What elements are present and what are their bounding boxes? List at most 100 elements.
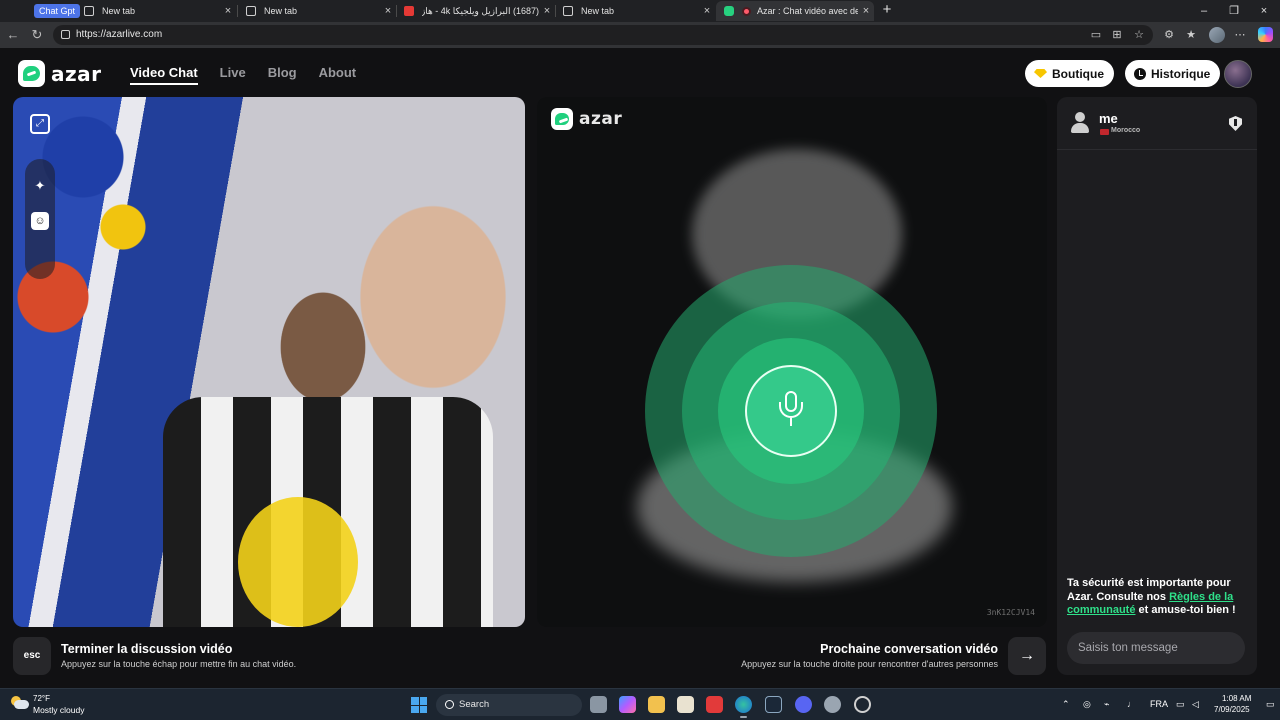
nav-blog[interactable]: Blog [268, 65, 297, 85]
tab-title: New tab [264, 6, 298, 16]
tab-title: Azar : Chat vidéo avec de no [757, 6, 858, 16]
tracking-icon[interactable]: ⚙ [1162, 28, 1176, 42]
effects-sparkle-icon[interactable]: ✦ [31, 177, 49, 195]
close-tab-icon[interactable]: × [380, 5, 396, 17]
close-tab-icon[interactable]: × [220, 5, 236, 17]
boutique-label: Boutique [1052, 66, 1104, 81]
session-code: 3nK12CJV14 [986, 608, 1035, 617]
watermark-text: azar [579, 109, 623, 129]
extensions-icon[interactable]: ⊞ [1110, 28, 1124, 42]
tab-azar[interactable]: Azar : Chat vidéo avec de no × [716, 1, 874, 21]
search-icon [445, 700, 454, 709]
chat-panel: me Morocco Ta sécurité est importante po… [1057, 97, 1257, 675]
wps-office-icon[interactable] [706, 696, 723, 713]
language-indicator[interactable]: FRA [1150, 699, 1168, 709]
user-avatar[interactable] [1224, 60, 1252, 88]
clock-time[interactable]: 1:08 AM [1222, 694, 1251, 703]
browser-tab-strip: Chat Gpt New tab × New tab × (1687) البر… [0, 0, 1280, 22]
tab-new-tab-1[interactable]: New tab × [76, 1, 236, 21]
safety-notice: Ta sécurité est importante pour Azar. Co… [1067, 577, 1252, 618]
historique-button[interactable]: Historique [1125, 60, 1221, 87]
historique-label: Historique [1151, 66, 1211, 81]
report-shield-icon[interactable] [1229, 116, 1242, 131]
page-icon [246, 6, 256, 16]
cast-icon[interactable]: ▭ [1089, 28, 1103, 42]
close-tab-icon[interactable]: × [858, 5, 874, 17]
nav-about[interactable]: About [319, 65, 357, 85]
self-camera-video [13, 97, 525, 627]
esc-key-button[interactable]: esc [13, 637, 51, 675]
weather-temperature[interactable]: 72°F [33, 694, 50, 703]
azar-favicon-icon [724, 6, 734, 16]
user-silhouette-icon [1071, 112, 1089, 134]
azar-logo-icon [18, 60, 45, 87]
volume-icon[interactable]: ◁ [1192, 699, 1199, 710]
tab-title: (1687) البرازيل ويلجيكا 4k - هازارد ي [422, 5, 539, 16]
tab-new-tab-3[interactable]: New tab × [555, 1, 715, 21]
new-tab-button[interactable]: + [879, 2, 895, 18]
edge-browser-icon[interactable] [735, 696, 752, 718]
network-icon[interactable]: ⌁ [1104, 699, 1109, 710]
back-button[interactable]: ← [5, 27, 21, 43]
close-tab-icon[interactable]: × [699, 5, 715, 17]
close-window-button[interactable]: × [1254, 3, 1274, 19]
tab-group-label[interactable]: Chat Gpt [34, 4, 81, 18]
settings-icon[interactable] [824, 696, 841, 713]
filter-face-icon[interactable]: ☺ [31, 212, 49, 230]
tab-new-tab-2[interactable]: New tab × [238, 1, 396, 21]
url-field[interactable]: https://azarlive.com [53, 25, 1153, 45]
page-icon [563, 6, 573, 16]
tab-title: New tab [102, 6, 136, 16]
shirt-crest [238, 497, 358, 627]
discord-icon[interactable] [795, 696, 812, 713]
nav-live[interactable]: Live [220, 65, 246, 85]
sync-icon[interactable]: ◎ [1083, 699, 1091, 710]
tab-youtube[interactable]: (1687) البرازيل ويلجيكا 4k - هازارد ي × [396, 1, 555, 21]
nav-video-chat[interactable]: Video Chat [130, 65, 198, 85]
notifications-icon[interactable]: ▭ [1266, 699, 1275, 710]
favorite-icon[interactable]: ☆ [1132, 28, 1146, 42]
store-icon[interactable] [677, 696, 694, 713]
more-icon[interactable]: ⋯ [1233, 28, 1247, 42]
search-label: Search [459, 699, 490, 710]
logo-text: azar [51, 61, 102, 86]
close-tab-icon[interactable]: × [539, 5, 555, 17]
next-arrow-button[interactable]: → [1008, 637, 1046, 675]
youtube-icon [404, 6, 414, 16]
camera-tools: ✦ ☺ [25, 159, 55, 279]
copilot-app-icon[interactable] [619, 696, 636, 713]
expand-icon[interactable]: ⤢ [30, 114, 50, 134]
file-explorer-icon[interactable] [648, 696, 665, 713]
page-icon [84, 6, 94, 16]
minimize-button[interactable]: – [1194, 3, 1214, 19]
site-info-icon[interactable] [61, 30, 70, 39]
azar-logo[interactable]: azar [18, 60, 102, 87]
taskbar-search[interactable]: Search [436, 694, 582, 716]
recording-icon [742, 6, 751, 16]
next-chat-subtitle: Appuyez sur la touche droite pour rencon… [741, 659, 998, 669]
windows-start-icon[interactable] [411, 697, 427, 713]
favorites-icon[interactable]: ★ [1184, 28, 1198, 42]
azar-logo-icon [551, 108, 573, 130]
reload-button[interactable]: ↻ [29, 27, 45, 43]
maximize-button[interactable]: ❐ [1224, 3, 1244, 19]
boutique-button[interactable]: Boutique [1025, 60, 1114, 87]
show-hidden-icons-chevron-icon[interactable]: ⌃ [1062, 699, 1070, 710]
clock-icon [1134, 67, 1146, 80]
task-view-icon[interactable] [590, 696, 607, 713]
azar-page: azar Video Chat Live Blog About Boutique… [0, 48, 1280, 688]
message-input[interactable] [1067, 632, 1245, 664]
microphone-tray-icon[interactable]: ♩ [1127, 699, 1136, 709]
steam-icon[interactable] [765, 696, 782, 713]
weather-cloudy-icon[interactable] [11, 696, 29, 710]
clock-date[interactable]: 7/09/2025 [1214, 705, 1250, 714]
chat-header: me Morocco [1057, 97, 1257, 150]
weather-description[interactable]: Mostly cloudy [33, 705, 85, 715]
obs-icon[interactable] [854, 696, 871, 713]
profile-icon[interactable] [1209, 27, 1225, 43]
copilot-icon[interactable] [1258, 27, 1273, 42]
display-icon[interactable]: ▭ [1176, 699, 1185, 710]
gem-icon [1034, 69, 1047, 78]
microphone-icon [745, 365, 837, 457]
url-text: https://azarlive.com [76, 29, 163, 40]
